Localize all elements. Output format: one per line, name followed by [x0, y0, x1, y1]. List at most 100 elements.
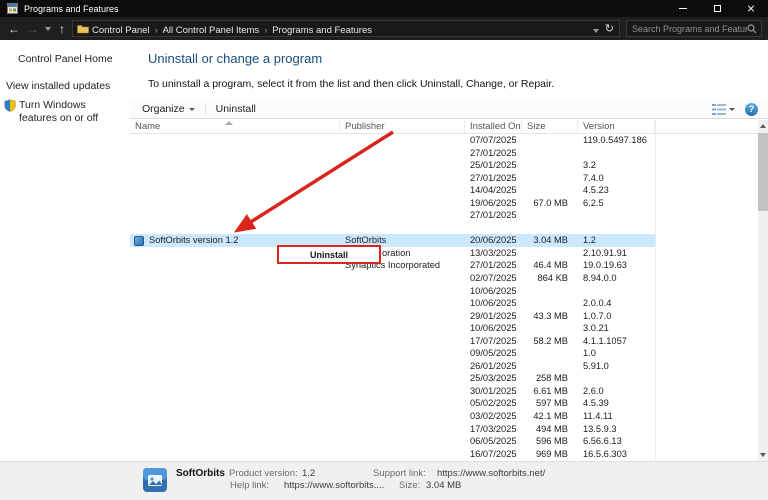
- table-row[interactable]: oration13/03/20252.10.91.91: [130, 247, 655, 260]
- breadcrumb-item[interactable]: Programs and Features: [272, 25, 372, 36]
- close-button[interactable]: [734, 0, 768, 17]
- column-header-publisher[interactable]: Publisher: [340, 120, 465, 133]
- scrollbar-thumb[interactable]: [758, 133, 768, 211]
- cell-name: [130, 272, 340, 285]
- table-row[interactable]: 10/06/2025: [130, 285, 655, 298]
- cell-installed: 27/01/2025: [465, 147, 522, 160]
- column-header-name[interactable]: Name: [130, 120, 340, 133]
- cell-name: [130, 222, 340, 235]
- uninstall-annotation[interactable]: Uninstall: [277, 245, 381, 264]
- cell-version: 2.0.0.4: [578, 297, 655, 310]
- refresh-button[interactable]: ↻: [605, 22, 614, 35]
- cell-size: 3.04 MB: [522, 234, 578, 247]
- cell-installed: 16/07/2025: [465, 448, 522, 461]
- column-header-size[interactable]: Size: [522, 120, 578, 133]
- cell-size: 969 MB: [522, 448, 578, 461]
- table-row[interactable]: 26/01/20255.91.0: [130, 360, 655, 373]
- vertical-scrollbar[interactable]: [758, 120, 768, 461]
- minimize-button[interactable]: [666, 0, 700, 17]
- column-header-version[interactable]: Version: [578, 120, 655, 133]
- cell-size: [522, 360, 578, 373]
- uninstall-button[interactable]: Uninstall: [216, 103, 256, 115]
- table-row[interactable]: 17/03/2025494 MB13.5.9.3: [130, 423, 655, 436]
- cell-size: 42.1 MB: [522, 410, 578, 423]
- sidebar: Control Panel Home View installed update…: [0, 40, 130, 461]
- table-row[interactable]: 29/01/202543.3 MB1.0.7.0: [130, 310, 655, 323]
- cell-publisher: [340, 172, 465, 185]
- table-row[interactable]: 27/01/2025: [130, 209, 655, 222]
- cell-installed: 03/02/2025: [465, 410, 522, 423]
- support-link-label: Support link:: [373, 468, 426, 479]
- table-row[interactable]: 05/02/2025597 MB4.5.39: [130, 397, 655, 410]
- table-row[interactable]: 09/05/20251.0: [130, 347, 655, 360]
- sidebar-item-turn-windows-features[interactable]: Turn Windows features on or off: [4, 99, 130, 125]
- table-row[interactable]: 27/01/20257.4.0: [130, 172, 655, 185]
- history-dropdown-button[interactable]: [42, 17, 54, 40]
- cell-installed: 27/01/2025: [465, 259, 522, 272]
- breadcrumb-separator: ›: [155, 25, 158, 35]
- table-row[interactable]: [130, 222, 655, 235]
- table-row[interactable]: 03/02/202542.1 MB11.4.11: [130, 410, 655, 423]
- cell-publisher: [340, 385, 465, 398]
- change-view-button[interactable]: [712, 104, 735, 115]
- table-row[interactable]: 10/06/20253.0.21: [130, 322, 655, 335]
- table-row[interactable]: 16/07/2025969 MB16.5.6.303: [130, 448, 655, 461]
- table-row[interactable]: 25/03/2025258 MB: [130, 372, 655, 385]
- size-value: 3.04 MB: [426, 480, 461, 491]
- maximize-button[interactable]: [700, 0, 734, 17]
- cell-name: [130, 322, 340, 335]
- table-row[interactable]: Synaptics Incorporated27/01/202546.4 MB1…: [130, 259, 655, 272]
- table-row[interactable]: 02/07/2025864 KB8.94.0.0: [130, 272, 655, 285]
- up-button[interactable]: ↑: [54, 17, 70, 40]
- forward-button[interactable]: →: [24, 17, 42, 40]
- list-view-icon: [712, 104, 726, 115]
- programs-and-features-window: Programs and Features ← → ↑ Control Pane…: [0, 0, 768, 500]
- cell-installed: 02/07/2025: [465, 272, 522, 285]
- cell-installed: 07/07/2025: [465, 134, 522, 147]
- breadcrumb-item[interactable]: All Control Panel Items: [163, 25, 260, 36]
- cell-name: [130, 410, 340, 423]
- search-input[interactable]: Search Programs and Features: [632, 24, 747, 34]
- help-button[interactable]: ?: [745, 103, 758, 116]
- cell-version: 4.5.23: [578, 184, 655, 197]
- cell-name: [130, 147, 340, 160]
- sidebar-item-control-panel-home[interactable]: Control Panel Home: [18, 53, 130, 65]
- table-row[interactable]: 27/01/2025: [130, 147, 655, 160]
- table-row[interactable]: 14/04/20254.5.23: [130, 184, 655, 197]
- table-row[interactable]: SoftOrbits version 1.2SoftOrbits20/06/20…: [130, 234, 655, 247]
- cell-name: [130, 372, 340, 385]
- cell-version: 1.2: [578, 234, 655, 247]
- search-box[interactable]: Search Programs and Features: [626, 20, 762, 37]
- scroll-down-button[interactable]: [758, 449, 768, 461]
- breadcrumb-item[interactable]: Control Panel: [92, 25, 150, 36]
- cell-version: 119.0.5497.186: [578, 134, 655, 147]
- organize-button[interactable]: Organize: [142, 103, 195, 115]
- table-row[interactable]: 30/01/20256.61 MB2.6.0: [130, 385, 655, 398]
- table-row[interactable]: 25/01/20253.2: [130, 159, 655, 172]
- address-bar[interactable]: Control Panel›All Control Panel Items›Pr…: [72, 20, 620, 37]
- address-dropdown-button[interactable]: [593, 20, 599, 38]
- page-title: Uninstall or change a program: [148, 51, 322, 66]
- help-link-value[interactable]: https://www.softorbits....: [284, 480, 384, 491]
- cell-publisher: [340, 322, 465, 335]
- cell-publisher: [340, 372, 465, 385]
- cell-name: [130, 385, 340, 398]
- sidebar-item-view-installed-updates[interactable]: View installed updates: [6, 80, 130, 92]
- cell-size: [522, 209, 578, 222]
- table-row[interactable]: 07/07/2025 119.0.5497.186: [130, 134, 655, 147]
- column-header-installed-on[interactable]: Installed On: [465, 120, 522, 133]
- table-row[interactable]: 06/05/2025596 MB6.56.6.13: [130, 435, 655, 448]
- scroll-up-button[interactable]: [758, 120, 768, 132]
- cell-version: 3.2: [578, 159, 655, 172]
- cell-size: [522, 222, 578, 235]
- size-label: Size:: [399, 480, 420, 491]
- table-row[interactable]: 10/06/20252.0.0.4: [130, 297, 655, 310]
- cell-size: [522, 285, 578, 298]
- table-row[interactable]: 17/07/202558.2 MB4.1.1.1057: [130, 335, 655, 348]
- support-link-value[interactable]: https://www.softorbits.net/: [437, 468, 545, 479]
- cell-publisher: [340, 272, 465, 285]
- back-button[interactable]: ←: [4, 17, 24, 40]
- cell-publisher: [340, 184, 465, 197]
- table-row[interactable]: 19/06/202567.0 MB6.2.5: [130, 197, 655, 210]
- cell-version: 2.10.91.91: [578, 247, 655, 260]
